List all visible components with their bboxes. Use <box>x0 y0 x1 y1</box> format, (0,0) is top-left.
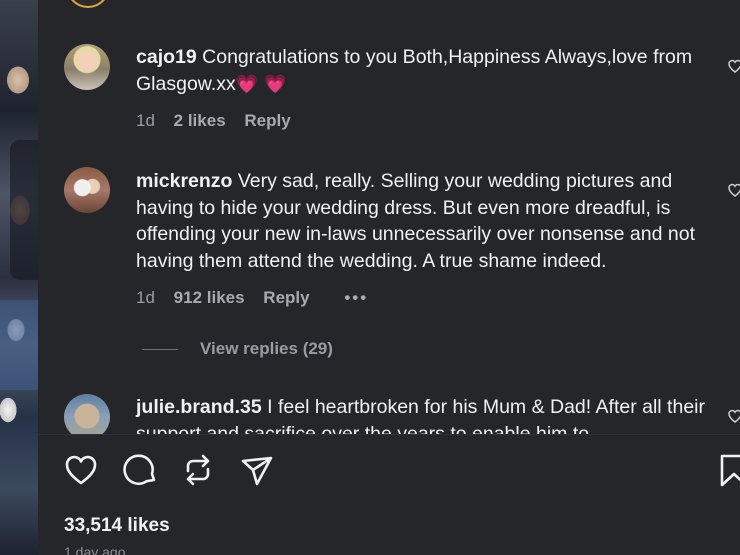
post-action-bar <box>38 450 740 494</box>
comment-username[interactable]: mickrenzo <box>136 170 232 192</box>
heart-emoji: 💗💗 <box>235 73 293 94</box>
bookmark-icon[interactable] <box>716 450 740 490</box>
post-timestamp: 1 day ago <box>64 544 126 555</box>
instagram-post-window: cajo19 Congratulations to you Both,Happi… <box>0 0 740 555</box>
avatar[interactable] <box>64 44 110 90</box>
heart-outline-icon[interactable] <box>728 182 740 198</box>
post-photo <box>0 0 38 555</box>
comment-body: cajo19 Congratulations to you Both,Happi… <box>136 44 720 97</box>
comment-age: 1d <box>136 111 155 130</box>
view-replies-label[interactable]: View replies (29) <box>200 339 333 358</box>
avatar[interactable] <box>64 394 110 434</box>
comment-text: Congratulations to you Both,Happiness Al… <box>136 46 693 95</box>
heart-icon[interactable] <box>62 450 100 490</box>
comment-likes[interactable]: 912 likes <box>174 288 245 308</box>
comment-likes[interactable]: 2 likes <box>174 111 226 131</box>
reply-button[interactable]: Reply <box>263 288 309 308</box>
comment-username[interactable]: julie.brand.35 <box>136 396 262 418</box>
replies-divider-line <box>142 349 178 351</box>
reply-button[interactable]: Reply <box>244 111 290 131</box>
comments-panel: cajo19 Congratulations to you Both,Happi… <box>38 0 740 555</box>
view-replies-button[interactable]: View replies (29) <box>142 338 333 360</box>
comment-body: julie.brand.35 I feel heartbroken for hi… <box>136 394 720 434</box>
post-likes-count[interactable]: 33,514 likes <box>64 515 170 537</box>
comments-list[interactable]: cajo19 Congratulations to you Both,Happi… <box>38 0 740 434</box>
comment-body: mickrenzo Very sad, really. Selling your… <box>136 168 720 274</box>
heart-outline-icon[interactable] <box>728 58 740 74</box>
comment-username[interactable]: cajo19 <box>136 46 197 68</box>
comment-meta: 1d 2 likes Reply <box>136 111 305 131</box>
comment-meta: 1d 912 likes Reply ••• <box>136 288 382 308</box>
heart-outline-icon[interactable] <box>728 408 740 424</box>
comment-bubble-icon[interactable] <box>121 450 159 490</box>
divider <box>38 434 740 435</box>
repost-icon[interactable] <box>179 450 217 490</box>
comment-age: 1d <box>136 288 155 307</box>
send-paper-plane-icon[interactable] <box>238 450 276 490</box>
avatar[interactable] <box>64 167 110 213</box>
more-options-icon[interactable]: ••• <box>344 288 368 308</box>
